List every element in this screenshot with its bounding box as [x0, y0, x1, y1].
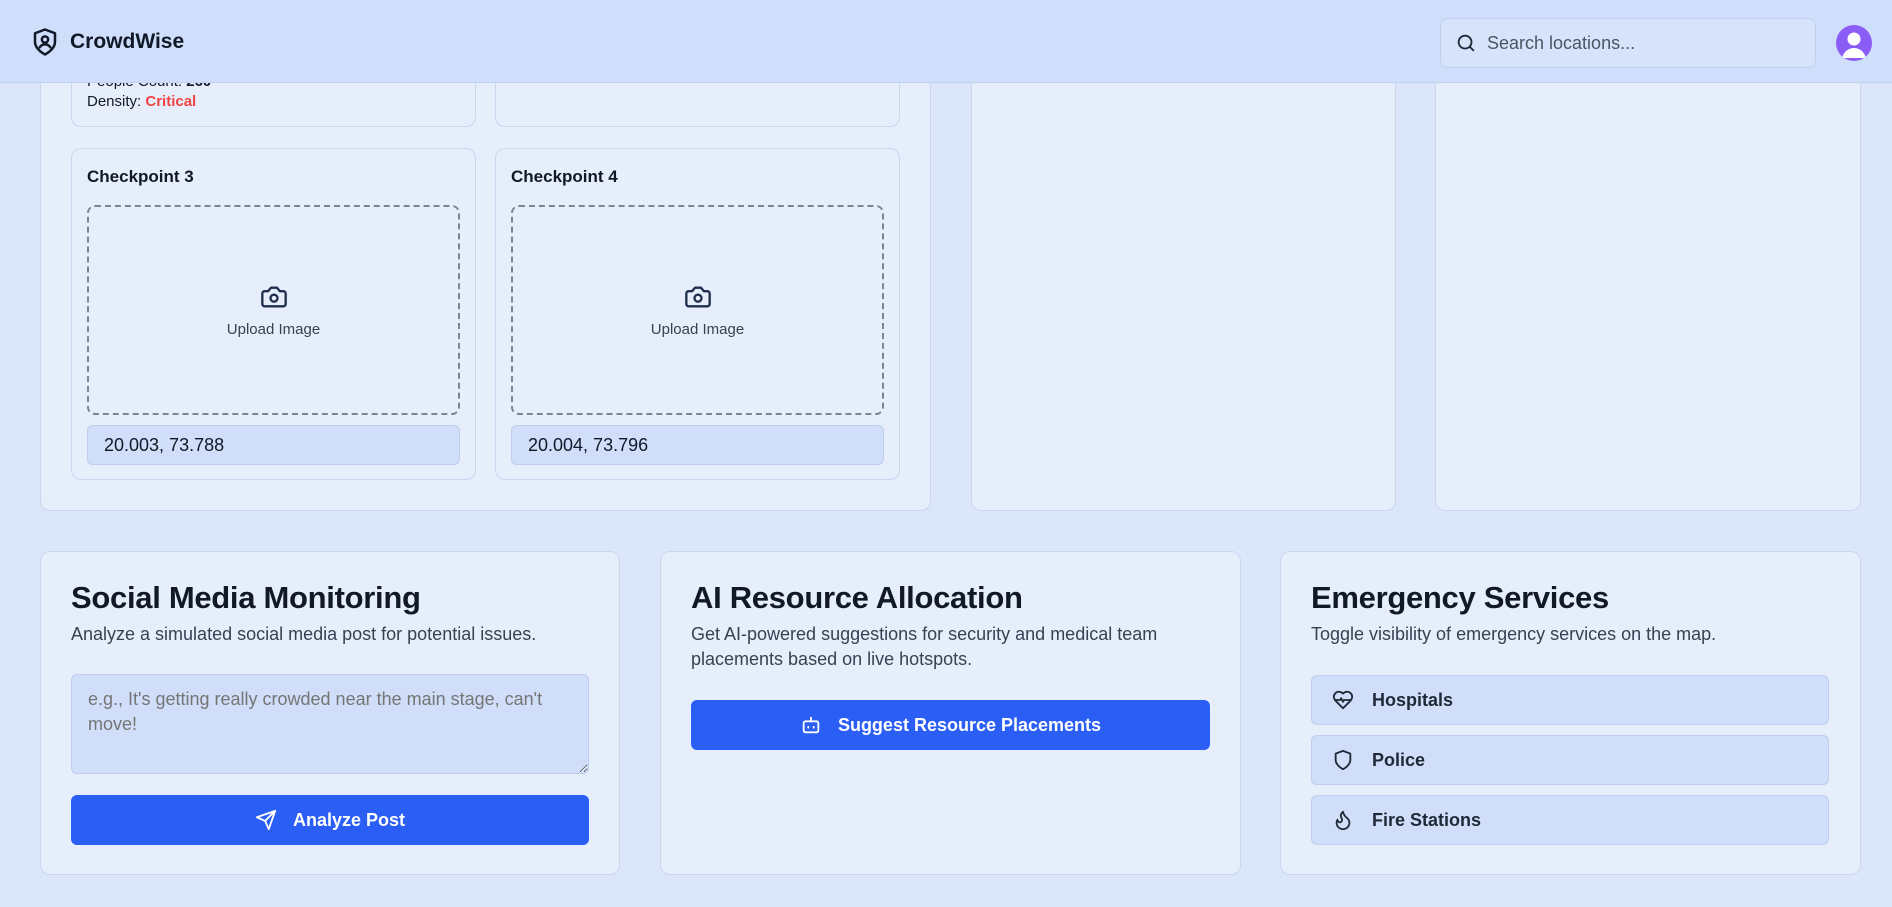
map-panel — [971, 40, 1396, 511]
checkpoint-title: Checkpoint 4 — [511, 167, 618, 186]
send-icon — [255, 809, 277, 831]
emergency-services-panel: Emergency Services Toggle visibility of … — [1280, 551, 1861, 875]
suggest-placements-button[interactable]: Suggest Resource Placements — [691, 700, 1210, 750]
toggle-label: Hospitals — [1372, 689, 1454, 710]
checkpoint-card-3: Checkpoint 3 Upload Image 20.003, 73.788 — [71, 148, 476, 480]
analyze-post-button[interactable]: Analyze Post — [71, 795, 589, 845]
checkpoint-card-4: Checkpoint 4 Upload Image 20.004, 73.796 — [495, 148, 900, 480]
section-title: Social Media Monitoring — [71, 580, 421, 615]
toggle-fire-stations[interactable]: Fire Stations — [1311, 795, 1829, 845]
upload-image-label: Upload Image — [650, 320, 745, 338]
density-value: Critical — [145, 93, 197, 110]
toggle-label: Fire Stations — [1372, 809, 1482, 830]
suggest-placements-label: Suggest Resource Placements — [837, 714, 1102, 735]
toggle-police[interactable]: Police — [1311, 735, 1829, 785]
section-title: AI Resource Allocation — [691, 580, 1023, 615]
flame-icon — [1335, 810, 1351, 831]
shield-user-icon — [33, 28, 57, 56]
toggle-hospitals[interactable]: Hospitals — [1311, 675, 1829, 725]
section-description: Get AI-powered suggestions for security … — [691, 624, 1158, 669]
upload-image-dropzone[interactable]: Upload Image — [511, 205, 884, 415]
search-icon — [1457, 34, 1475, 52]
density: Density: Critical — [87, 93, 196, 110]
avatar[interactable] — [1836, 25, 1872, 61]
coordinates-field[interactable]: 20.004, 73.796 — [511, 425, 884, 465]
section-title: Emergency Services — [1311, 580, 1609, 615]
heart-pulse-icon — [1332, 690, 1354, 710]
analyze-post-label: Analyze Post — [292, 809, 406, 830]
upload-image-label: Upload Image — [226, 320, 321, 338]
section-description: Toggle visibility of emergency services … — [1311, 624, 1717, 644]
section-description: Analyze a simulated social media post fo… — [71, 624, 537, 644]
camera-icon — [260, 286, 287, 307]
density-label: Density: — [87, 93, 142, 110]
camera-icon — [684, 286, 711, 307]
social-post-input[interactable] — [71, 674, 589, 774]
app-header: CrowdWise — [0, 0, 1892, 83]
toggle-label: Police — [1372, 749, 1426, 770]
search-input[interactable] — [1487, 32, 1807, 54]
robot-icon — [802, 716, 820, 734]
side-panel — [1435, 40, 1861, 511]
upload-image-dropzone[interactable]: Upload Image — [87, 205, 460, 415]
shield-icon — [1334, 749, 1352, 771]
checkpoint-title: Checkpoint 3 — [87, 167, 194, 186]
coordinates-field[interactable]: 20.003, 73.788 — [87, 425, 460, 465]
search-box[interactable] — [1440, 18, 1816, 68]
brand-name: CrowdWise — [70, 30, 185, 53]
social-media-panel: Social Media Monitoring Analyze a simula… — [40, 551, 620, 875]
user-icon — [1842, 32, 1866, 58]
brand[interactable]: CrowdWise — [30, 26, 184, 58]
ai-resource-panel: AI Resource Allocation Get AI-powered su… — [660, 551, 1241, 875]
